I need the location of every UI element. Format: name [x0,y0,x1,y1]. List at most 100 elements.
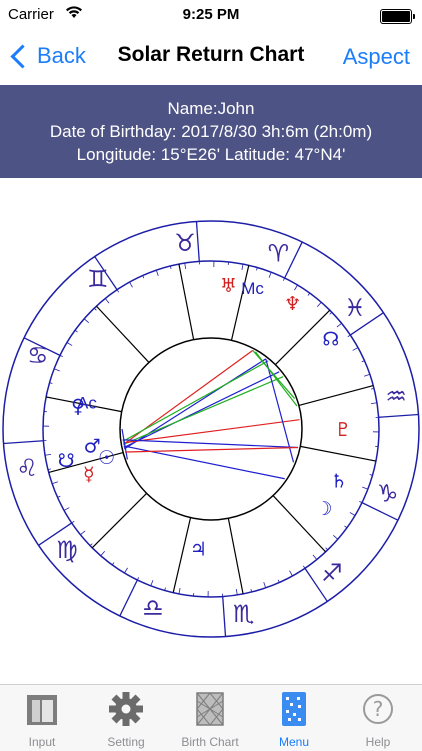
degree-tick [344,526,346,528]
degree-tick [112,562,114,564]
degree-tick [156,270,158,276]
degree-tick [179,588,180,594]
degree-tick [101,551,105,556]
degree-tick [130,282,133,287]
degree-tick [64,508,69,511]
tab-help[interactable]: ? Help [336,685,420,751]
aspect-button[interactable]: Aspect [343,44,410,70]
tab-menu-label: Menu [252,735,336,749]
menu-icon [276,691,312,727]
zodiac-divider [196,222,199,262]
astrology-chart[interactable]: ♋♊♉♈♓♒♑♐♏♎♍♌ ♅♆☊♇♄☽♃♀♂☉☿☋AcMc [0,218,422,640]
tab-birth-chart[interactable]: Birth Chart [168,685,252,751]
status-bar: Carrier 9:25 PM [0,0,422,30]
uranus-icon: ♅ [220,275,237,297]
location-line: Longitude: 15°E26' Latitude: 47°N4' [0,145,422,165]
degree-tick [317,302,321,307]
degree-tick [313,555,317,560]
degree-tick [54,369,60,371]
degree-tick [350,512,355,515]
degree-tick [236,589,237,595]
input-icon [24,691,60,727]
info-banner: Name:John Date of Birthday: 2017/8/30 3h… [0,85,422,178]
zodiac-aries-icon: ♈ [268,239,290,267]
aspect-line [123,440,298,448]
degree-tick [362,487,368,489]
aspect-line [123,361,268,442]
tab-bar: Input Setting [0,684,422,751]
status-time: 9:25 PM [0,6,422,23]
tab-input[interactable]: Input [0,685,84,751]
degree-tick [264,582,266,588]
house-cusp-line [299,386,373,406]
birth-chart-icon [192,691,228,727]
degree-tick [294,285,297,290]
zodiac-pisces-icon: ♓ [344,294,366,322]
aspect-line [253,350,295,398]
gear-icon [108,691,144,727]
house-cusp-line [179,264,194,340]
degree-tick [290,571,293,576]
tab-setting-label: Setting [84,735,168,749]
zodiac-leo-icon: ♌ [16,454,38,482]
degree-tick [84,319,89,323]
degree-tick [371,403,377,404]
zodiac-divider [4,441,44,444]
moon-icon: ☽ [316,498,333,520]
degree-tick [353,348,358,351]
aspect-line [123,420,299,443]
zodiac-divider [120,580,138,616]
degree-tick [143,276,144,279]
pluto-icon: ♇ [334,419,351,441]
zodiac-taurus-icon: ♉ [174,229,196,257]
house-cusp-line [300,446,376,461]
outer-ring [3,221,419,637]
tab-input-label: Input [0,735,84,749]
degree-tick [72,521,74,523]
name-line: Name:John [0,99,422,119]
sun-icon: ☉ [98,447,115,469]
house-cusp-line [173,518,190,593]
zodiac-cancer-icon: ♋ [27,342,49,370]
degree-tick [303,566,305,568]
zodiac-divider [223,597,226,637]
degree-tick [58,496,61,497]
midheaven-label: Mc [241,279,264,298]
degree-tick [278,580,279,583]
neptune-icon: ♆ [284,293,301,315]
zodiac-gemini-icon: ♊ [87,265,109,293]
degree-tick [124,568,127,573]
degree-tick [105,298,109,303]
zodiac-virgo-icon: ♍ [56,536,78,564]
degree-tick [90,544,92,546]
degree-tick [242,264,243,270]
aspect-line [122,429,127,459]
degree-tick [326,548,328,550]
degree-tick [52,482,58,484]
chart-wheel: ♋♊♉♈♓♒♑♐♏♎♍♌ ♅♆☊♇♄☽♃♀♂☉☿☋AcMc [0,218,422,640]
tab-menu[interactable]: Menu [252,685,336,751]
degree-tick [75,330,77,332]
zodiac-capricorn-icon: ♑ [377,479,399,507]
degree-tick [67,342,72,345]
inner-ring [120,338,302,520]
navigation-bar: Back Solar Return Chart Aspect [0,30,422,84]
svg-text:?: ? [373,697,384,721]
degree-tick [45,454,51,455]
degree-tick [348,335,350,337]
house-cusp-line [92,493,146,547]
zodiac-sagittarius-icon: ♐ [321,559,343,587]
degree-tick [308,293,310,295]
battery-icon [380,9,412,24]
house-cusp-line [228,518,243,594]
degree-tick [80,531,85,535]
degree-tick [337,323,342,327]
zodiac-scorpio-icon: ♏ [233,600,255,628]
degree-tick [94,308,96,310]
ascendant-label: Ac [77,393,97,412]
help-icon: ? [360,691,396,727]
aspect-line [124,372,279,448]
birth-date-line: Date of Birthday: 2017/8/30 3h:6m (2h:0m… [0,122,422,142]
degree-tick [333,535,338,539]
tab-setting[interactable]: Setting [84,685,168,751]
